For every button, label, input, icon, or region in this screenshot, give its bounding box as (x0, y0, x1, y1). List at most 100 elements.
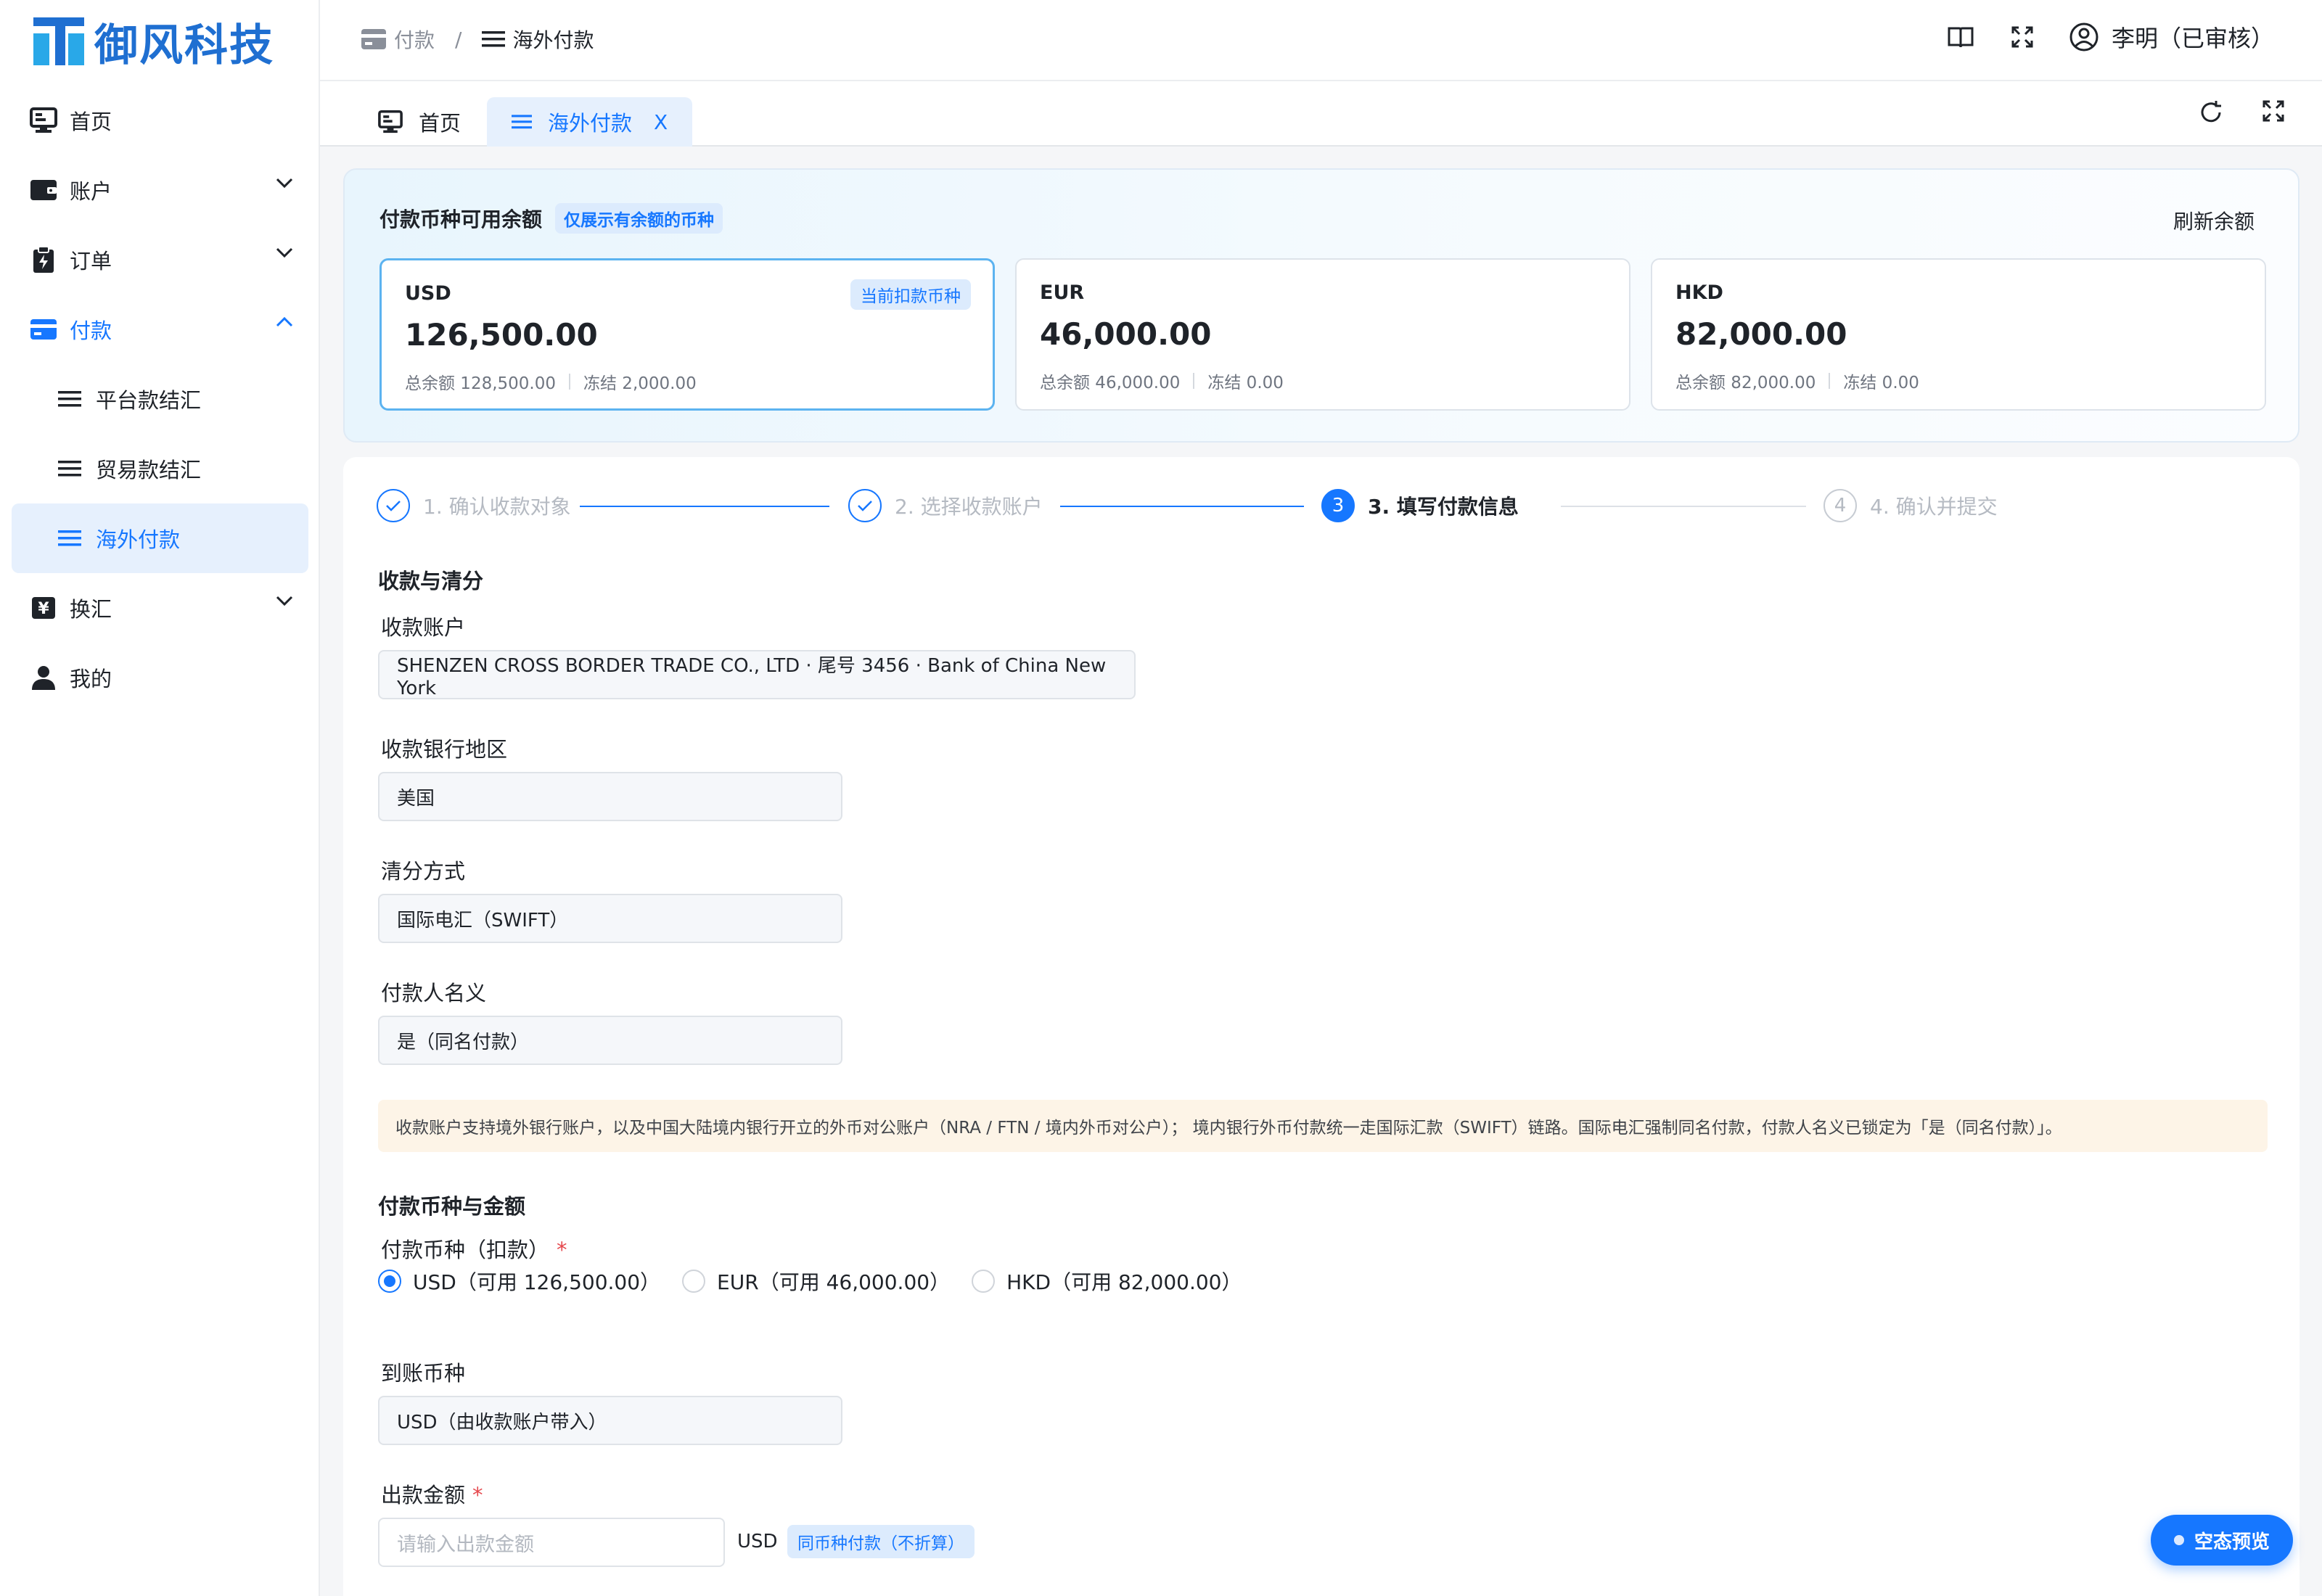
frozen-balance: 冻结 0.00 (1843, 374, 1919, 392)
credit-card-icon (361, 28, 387, 50)
book-icon[interactable] (1948, 25, 1974, 49)
sidebar: 御风科技 首页 账户 订单 付款 平台款结汇 贸易款结汇 海外付款 ¥ 换汇 我… (0, 0, 320, 1596)
divider (569, 374, 570, 390)
payment-form: 1. 确认收款对象 2. 选择收款账户 3 3. 填写付款信息 4 4. 确认并… (343, 457, 2300, 1596)
pay-currency-label: 付款币种（扣款） * (381, 1233, 567, 1264)
step-number: 3 (1321, 489, 1355, 522)
currency-amount: 126,500.00 (405, 317, 598, 353)
fullscreen-icon[interactable] (2011, 26, 2033, 48)
user-menu[interactable]: 李明（已审核） (2069, 20, 2274, 54)
breadcrumb-separator: / (455, 27, 462, 52)
breadcrumb-parent[interactable]: 付款 (394, 25, 435, 54)
currency-code: HKD (1675, 281, 1723, 304)
balance-panel: 付款币种可用余额 仅展示有余额的币种 刷新余额 USD 当前扣款币种 126,5… (343, 168, 2300, 443)
sidebar-item-payment[interactable]: 付款 (0, 295, 320, 364)
brand-logo[interactable]: 御风科技 (33, 15, 274, 71)
step-label: 4. 确认并提交 (1870, 495, 1998, 519)
radio-dot[interactable] (378, 1270, 401, 1293)
section-title: 付款币种与金额 (378, 1194, 526, 1219)
sidebar-item-platform-settlement[interactable]: 平台款结汇 (0, 364, 320, 434)
breadcrumb-current: 海外付款 (512, 28, 594, 52)
step-4: 4 4. 确认并提交 (1823, 489, 1998, 522)
radio-dot[interactable] (972, 1270, 996, 1293)
top-bar: 付款 / 海外付款 李明（已审核） (320, 0, 2322, 81)
currency-card-hkd[interactable]: HKD 82,000.00 总余额 82,000.00 冻结 0.00 (1651, 258, 2266, 411)
tab-close-button[interactable]: X (654, 110, 668, 134)
divider (1193, 373, 1195, 389)
account-field: SHENZEN CROSS BORDER TRADE CO., LTD · 尾号… (378, 650, 1136, 699)
sidebar-item-label: 我的 (70, 667, 112, 691)
chevron-down-icon (275, 177, 294, 189)
payer-field: 是（同名付款） (378, 1016, 842, 1065)
radio-dot[interactable] (682, 1270, 706, 1293)
tab-label: 首页 (419, 111, 461, 136)
receive-currency-label: 到账币种 (381, 1361, 466, 1386)
svg-text:¥: ¥ (38, 600, 49, 618)
sidebar-nav: 首页 账户 订单 付款 平台款结汇 贸易款结汇 海外付款 ¥ 换汇 我的 (0, 86, 320, 712)
currency-card-usd[interactable]: USD 当前扣款币种 126,500.00 总余额 128,500.00 冻结 … (380, 258, 995, 411)
tab-label: 海外付款 (548, 111, 633, 136)
currency-card-eur[interactable]: EUR 46,000.00 总余额 46,000.00 冻结 0.00 (1015, 258, 1630, 411)
refresh-balance-button[interactable]: 刷新余额 (2173, 206, 2255, 235)
amount-input[interactable]: 请输入出款金额 (378, 1518, 725, 1567)
sidebar-item-mine[interactable]: 我的 (0, 643, 320, 712)
sidebar-item-exchange[interactable]: ¥ 换汇 (0, 573, 320, 643)
sidebar-item-label: 平台款结汇 (96, 388, 202, 413)
step-label: 1. 确认收款对象 (423, 495, 571, 519)
balance-info-tag: 仅展示有余额的币种 (555, 203, 723, 234)
step-1: 1. 确认收款对象 (377, 489, 571, 522)
fullscreen-icon[interactable] (2262, 100, 2284, 125)
user-circle-icon (2069, 22, 2099, 52)
label-text: 出款金额 (381, 1483, 466, 1507)
user-icon (29, 663, 58, 692)
radio-eur[interactable]: EUR（可用 46,000.00） (682, 1267, 950, 1296)
step-label: 2. 选择收款账户 (895, 495, 1043, 519)
menu-icon (55, 524, 84, 553)
sidebar-item-trade-settlement[interactable]: 贸易款结汇 (0, 434, 320, 503)
user-name: 李明（已审核） (2111, 25, 2274, 52)
clearing-label: 清分方式 (381, 859, 466, 884)
radio-hkd[interactable]: HKD（可用 82,000.00） (972, 1267, 1242, 1296)
radio-usd[interactable]: USD（可用 126,500.00） (378, 1267, 660, 1296)
yen-icon: ¥ (29, 593, 58, 622)
tab-tools (2159, 100, 2284, 125)
menu-icon (55, 384, 84, 414)
required-mark: * (472, 1483, 483, 1507)
check-icon (377, 489, 410, 522)
currency-amount: 46,000.00 (1040, 316, 1212, 352)
step-connector (580, 506, 829, 507)
menu-icon (482, 30, 506, 48)
sidebar-item-orders[interactable]: 订单 (0, 225, 320, 295)
label-text: 付款币种（扣款） (381, 1238, 550, 1262)
fab-label: 空态预览 (2194, 1531, 2270, 1553)
radio-label: USD（可用 126,500.00） (413, 1270, 661, 1294)
receive-currency-field: USD（由收款账户带入） (378, 1396, 842, 1445)
sidebar-item-overseas-payment[interactable]: 海外付款 (12, 503, 308, 573)
sidebar-item-home[interactable]: 首页 (0, 86, 320, 155)
monitor-icon (29, 106, 58, 135)
brand-name: 御风科技 (94, 20, 274, 71)
step-number: 4 (1823, 489, 1857, 522)
wallet-icon (29, 176, 58, 205)
divider (1829, 373, 1831, 389)
account-label: 收款账户 (381, 615, 466, 640)
section-title: 收款与清分 (378, 569, 484, 593)
required-mark: * (557, 1238, 567, 1262)
balance-title-text: 付款币种可用余额 (380, 207, 543, 231)
tab-home[interactable]: 首页 (356, 97, 483, 147)
sidebar-item-label: 海外付款 (96, 527, 181, 552)
tab-overseas-payment[interactable]: 海外付款 X (487, 97, 693, 147)
frozen-balance: 冻结 2,000.00 (583, 374, 697, 393)
current-deduct-badge: 当前扣款币种 (850, 279, 971, 310)
step-indicator: 1. 确认收款对象 2. 选择收款账户 3 3. 填写付款信息 4 4. 确认并… (377, 489, 2270, 525)
region-field: 美国 (378, 772, 842, 821)
step-connector (1060, 506, 1304, 507)
currency-meta: 总余额 46,000.00 冻结 0.00 (1040, 369, 1284, 393)
chevron-down-icon (275, 247, 294, 258)
sidebar-item-account[interactable]: 账户 (0, 155, 320, 225)
sidebar-item-label: 订单 (70, 249, 112, 273)
notice-banner: 收款账户支持境外银行账户，以及中国大陆境内银行开立的外币对公账户（NRA / F… (378, 1100, 2268, 1152)
frozen-balance: 冻结 0.00 (1207, 374, 1284, 392)
empty-preview-button[interactable]: 空态预览 (2151, 1515, 2293, 1566)
refresh-icon[interactable] (2199, 100, 2223, 125)
